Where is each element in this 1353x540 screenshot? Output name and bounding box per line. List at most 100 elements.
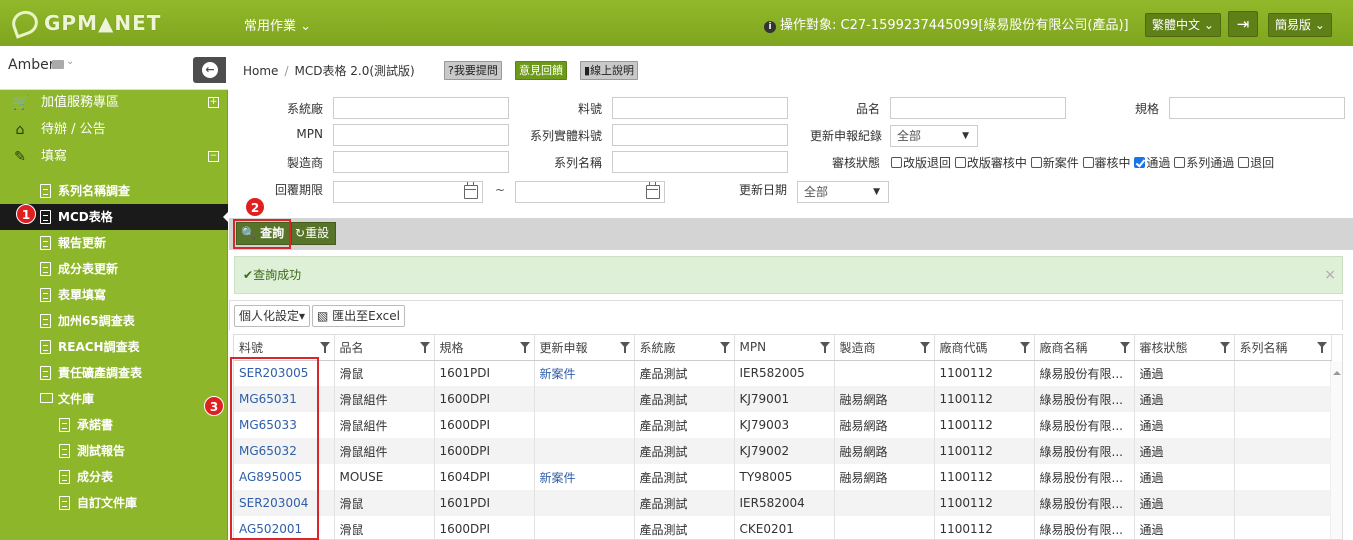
language-button[interactable]: 繁體中文 ⌄: [1145, 13, 1221, 37]
grid-scrollbar[interactable]: [1330, 361, 1342, 539]
filter-icon[interactable]: [719, 342, 730, 353]
status-checkbox-approved[interactable]: 通過: [1134, 156, 1170, 170]
table-row[interactable]: MG65032 滑鼠組件 1600DPI 產品測試 KJ79002 融易網路 1100112…: [234, 438, 1332, 464]
sidebar-item-custom-library[interactable]: 自訂文件庫: [0, 490, 228, 516]
column-header[interactable]: 廠商代碼: [934, 335, 1035, 361]
logout-icon[interactable]: ⇥: [1228, 11, 1258, 37]
table-row[interactable]: MG65033 滑鼠組件 1600DPI 產品測試 KJ79003 融易網路 1100112…: [234, 412, 1332, 438]
column-header[interactable]: 廠商名稱: [1034, 335, 1135, 361]
sidebar-item-minerals-survey[interactable]: 責任礦產調查表: [0, 360, 228, 386]
personalize-button[interactable]: 個人化設定▾: [234, 305, 311, 327]
mail-icon[interactable]: [52, 60, 64, 69]
document-icon: [40, 262, 51, 276]
table-cell: 融易網路: [834, 438, 935, 464]
sidebar-item-document-library[interactable]: 文件庫: [0, 386, 228, 412]
table-cell[interactable]: 新案件: [534, 464, 635, 490]
export-excel-button[interactable]: ▧ 匯出至Excel: [312, 305, 405, 327]
chevron-down-icon[interactable]: ⌄: [66, 56, 74, 67]
status-checkbox-revision-returned[interactable]: 改版退回: [891, 156, 951, 170]
close-icon[interactable]: ×: [1324, 257, 1336, 293]
status-checkbox-returned[interactable]: 退回: [1238, 156, 1274, 170]
table-cell: [1234, 360, 1332, 386]
column-header[interactable]: 系統廠: [634, 335, 735, 361]
sidebar-item-commitment[interactable]: 承諾書: [0, 412, 228, 438]
sidebar-item-fill[interactable]: ✎ 填寫 −: [0, 144, 228, 170]
filter-icon[interactable]: [1019, 342, 1030, 353]
table-cell: 1100112: [934, 412, 1035, 438]
sidebar-item-test-report[interactable]: 測試報告: [0, 438, 228, 464]
sidebar-item-composition-update[interactable]: 成分表更新: [0, 256, 228, 282]
sidebar-item-series-name-survey[interactable]: 系列名稱調查: [0, 178, 228, 204]
table-cell: 滑鼠: [334, 516, 435, 539]
user-name[interactable]: Amber: [8, 57, 54, 73]
table-cell: [1234, 516, 1332, 539]
update-date-select[interactable]: 全部 ▼: [797, 181, 889, 203]
series-name-input[interactable]: [612, 151, 788, 173]
common-tasks-menu[interactable]: 常用作業 ⌄: [244, 15, 311, 34]
document-icon: [40, 210, 51, 224]
feedback-button[interactable]: 意見回饋: [515, 61, 567, 80]
part-no-input[interactable]: [612, 97, 788, 119]
ask-question-button[interactable]: ?我要提問: [444, 61, 502, 80]
table-cell: 滑鼠組件: [334, 412, 435, 438]
status-checkbox-in-review[interactable]: 審核中: [1082, 156, 1131, 170]
return-period-start-input[interactable]: [333, 181, 483, 203]
highlight-box-query: [233, 219, 291, 249]
reset-button[interactable]: ↻重設: [291, 222, 336, 245]
filter-icon[interactable]: [519, 342, 530, 353]
table-row[interactable]: SER203004 滑鼠 1601PDI 產品測試 IER582004 1100112 綠易…: [234, 490, 1332, 516]
expand-icon[interactable]: +: [208, 97, 219, 108]
sidebar-collapse-button[interactable]: ←: [193, 57, 226, 83]
breadcrumb-home[interactable]: Home: [243, 64, 278, 78]
filter-icon[interactable]: [919, 342, 930, 353]
filter-icon[interactable]: [1316, 342, 1327, 353]
sidebar-item-value-service[interactable]: 🛒 加值服務專區 +: [0, 90, 228, 116]
sidebar-item-todo[interactable]: ⌂ 待辦 / 公告: [0, 117, 228, 143]
filter-icon[interactable]: [419, 342, 430, 353]
filter-icon[interactable]: [319, 342, 330, 353]
mpn-input[interactable]: [333, 124, 509, 146]
status-checkbox-revision-review[interactable]: 改版審核中: [954, 156, 1027, 170]
mode-button[interactable]: 簡易版 ⌄: [1268, 13, 1332, 37]
status-checkbox-series-approved[interactable]: 系列通過: [1174, 156, 1234, 170]
table-row[interactable]: MG65031 滑鼠組件 1600DPI 產品測試 KJ79001 融易網路 1100112…: [234, 386, 1332, 412]
return-period-end-input[interactable]: [515, 181, 665, 203]
table-cell: 融易網路: [834, 386, 935, 412]
sidebar-item-composition[interactable]: 成分表: [0, 464, 228, 490]
collapse-icon[interactable]: −: [208, 151, 219, 162]
filter-icon[interactable]: [619, 342, 630, 353]
system-factory-input[interactable]: [333, 97, 509, 119]
sidebar-item-ca65-survey[interactable]: 加州65調查表: [0, 308, 228, 334]
online-help-button[interactable]: ▮線上說明: [580, 61, 639, 80]
table-cell: [834, 516, 935, 539]
status-checkbox-new-case[interactable]: 新案件: [1030, 156, 1079, 170]
table-cell: 1600DPI: [434, 438, 535, 464]
sidebar-item-report-update[interactable]: 報告更新: [0, 230, 228, 256]
column-header[interactable]: 系列名稱: [1234, 335, 1332, 361]
table-row[interactable]: AG502001 滑鼠 1600DPI 產品測試 CKE0201 1100112 綠易股份有…: [234, 516, 1332, 539]
table-row[interactable]: AG895005 MOUSE 1604DPI 新案件 產品測試 TY98005 融易網路 11…: [234, 464, 1332, 490]
column-header[interactable]: 品名: [334, 335, 435, 361]
series-part-input[interactable]: [612, 124, 788, 146]
table-cell: 滑鼠: [334, 490, 435, 516]
spec-input[interactable]: [1169, 97, 1345, 119]
table-cell: 1100112: [934, 464, 1035, 490]
sidebar-item-form-fill[interactable]: 表單填寫: [0, 282, 228, 308]
filter-icon[interactable]: [819, 342, 830, 353]
product-name-input[interactable]: [890, 97, 1066, 119]
update-record-select[interactable]: 全部 ▼: [890, 125, 978, 147]
filter-icon[interactable]: [1219, 342, 1230, 353]
table-cell[interactable]: 新案件: [534, 360, 635, 386]
column-header[interactable]: MPN: [734, 335, 835, 361]
column-header[interactable]: 製造商: [834, 335, 935, 361]
column-header[interactable]: 審核狀態: [1134, 335, 1235, 361]
table-row[interactable]: SER203005 滑鼠 1601PDI 新案件 產品測試 IER582005 110011…: [234, 360, 1332, 386]
filter-icon[interactable]: [1119, 342, 1130, 353]
column-header[interactable]: 規格: [434, 335, 535, 361]
column-header[interactable]: 更新申報: [534, 335, 635, 361]
calendar-icon[interactable]: [464, 182, 478, 199]
manufacturer-input[interactable]: [333, 151, 509, 173]
sidebar-item-reach-survey[interactable]: REACH調查表: [0, 334, 228, 360]
logo[interactable]: GPM▲NET: [8, 7, 161, 39]
calendar-icon[interactable]: [646, 182, 660, 199]
